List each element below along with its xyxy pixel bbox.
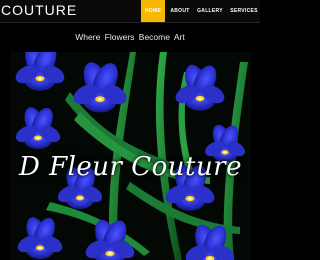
hero-image: D Fleur Couture [10,52,251,260]
nav-home[interactable]: HOME [141,0,165,22]
site-header: COUTURE HOME ABOUT GALLERY SERVICES [0,0,260,22]
tagline: Where Flowers Become Art [75,32,185,42]
main-nav: HOME ABOUT GALLERY SERVICES [141,0,260,22]
hero-title: D Fleur Couture [18,152,243,182]
nav-about[interactable]: ABOUT [168,0,192,22]
brand-logo[interactable]: COUTURE [1,2,77,18]
header-divider [0,22,260,23]
nav-services[interactable]: SERVICES [228,0,260,22]
nav-gallery[interactable]: GALLERY [195,0,225,22]
